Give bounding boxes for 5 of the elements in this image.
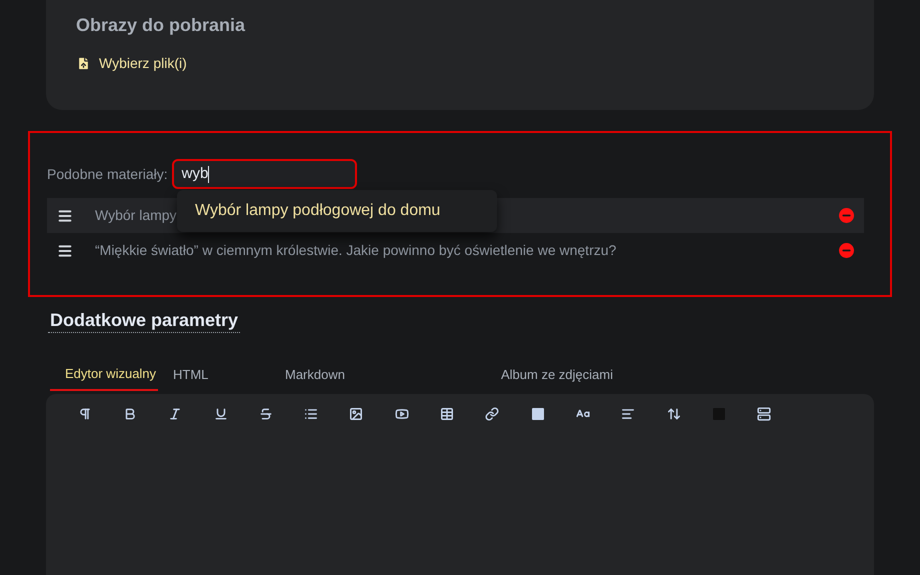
section-title: Obrazy do pobrania <box>76 14 246 37</box>
related-title: “Miękkie światło” w ciemnym królestwie. Jakie powinno być oświetlenie we wnętrzu? <box>95 241 616 260</box>
parameters-title: Dodatkowe parametry <box>48 310 240 333</box>
related-title: Wybór lampy <box>95 206 177 225</box>
related-label: Podobne materiały: <box>47 164 168 184</box>
